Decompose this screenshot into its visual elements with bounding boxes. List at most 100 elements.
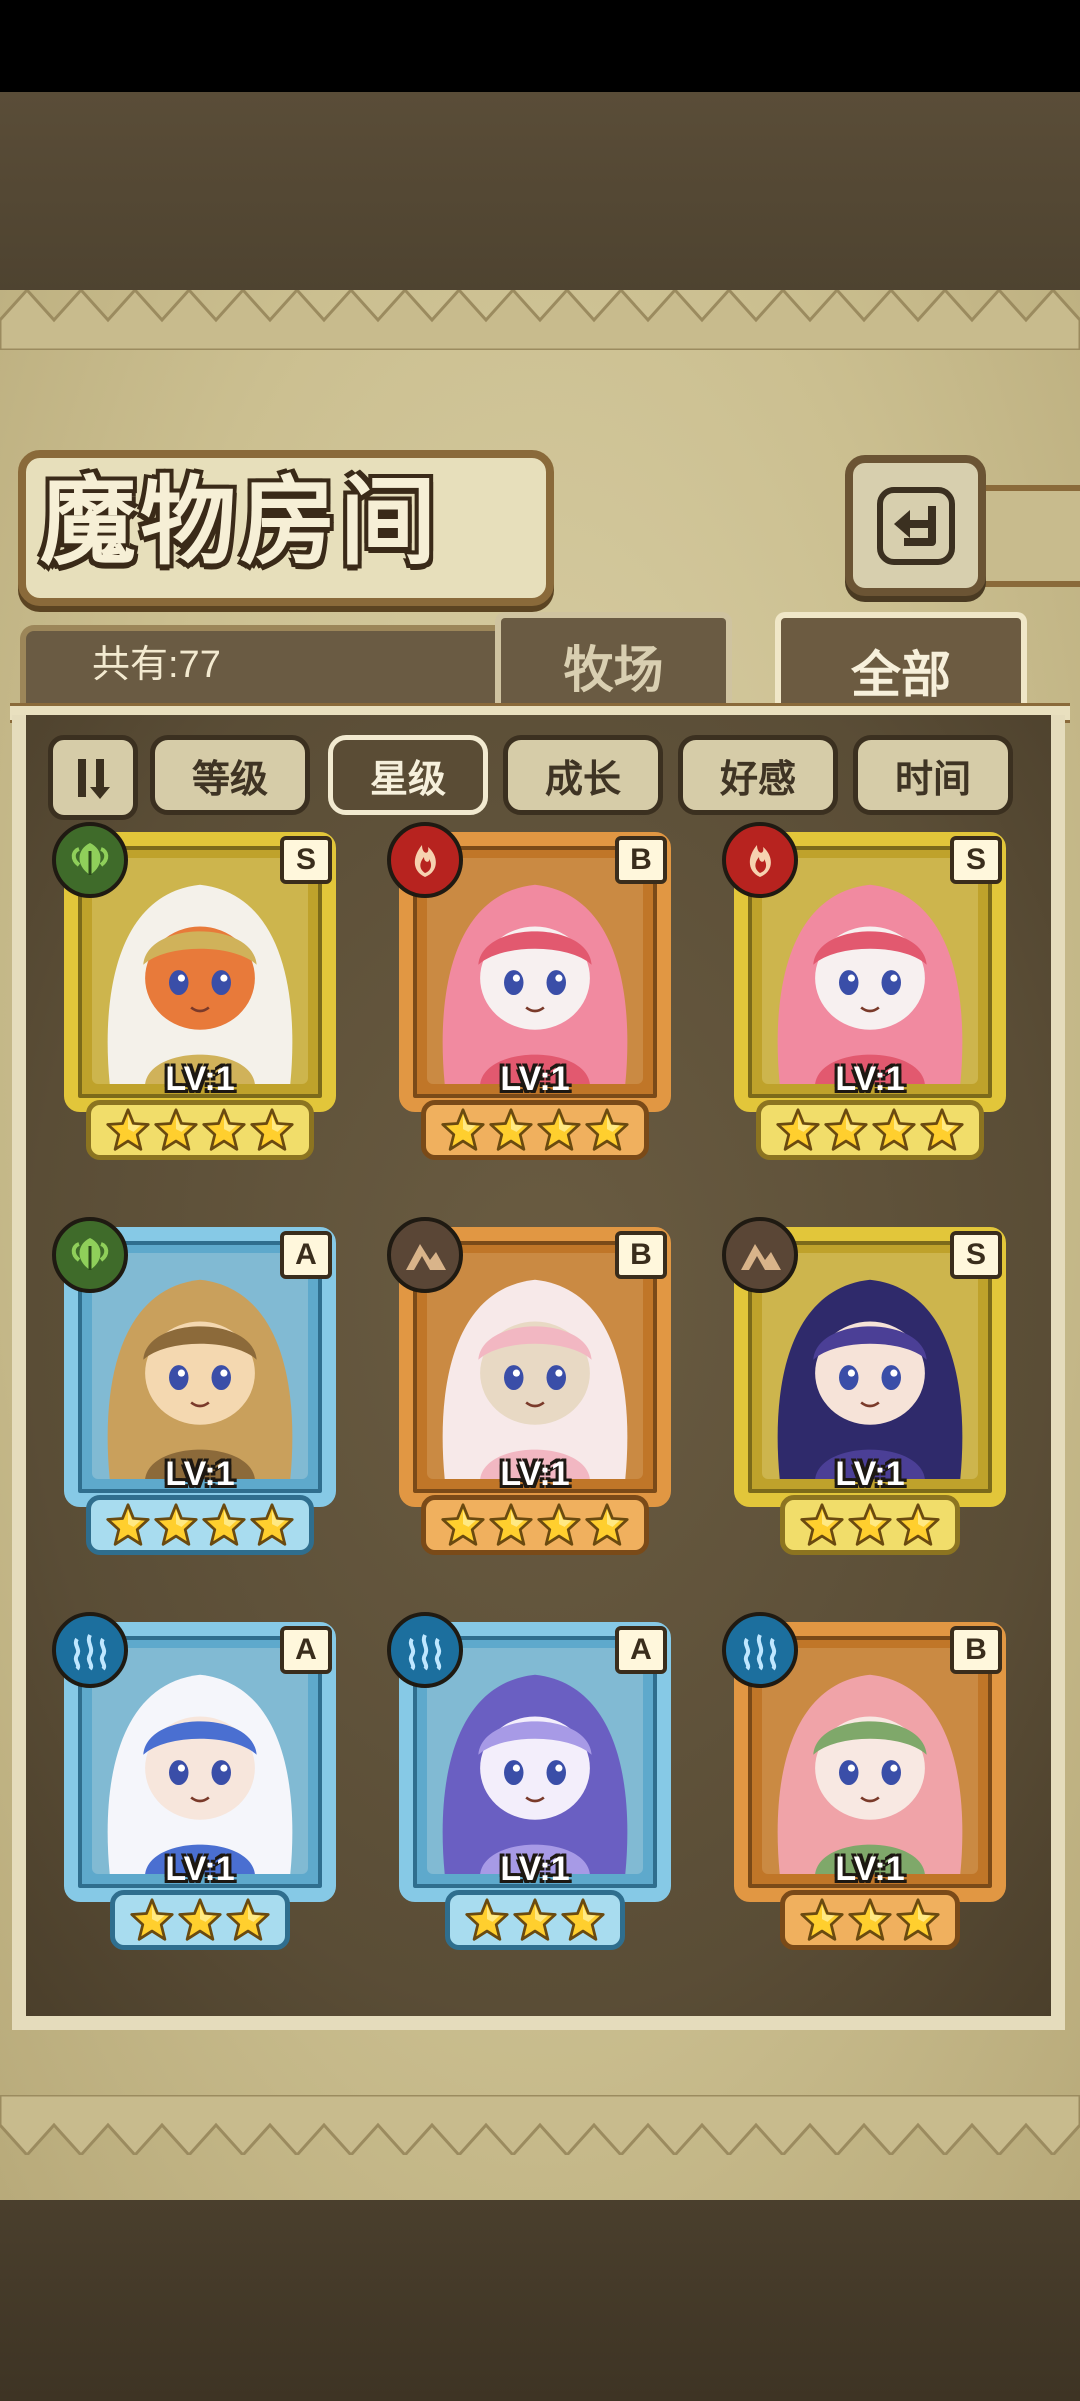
rank-badge: B xyxy=(950,1626,1002,1674)
star-icon xyxy=(154,1108,198,1151)
monster-count: 共有:77 xyxy=(92,644,221,686)
element-rock-icon xyxy=(722,1217,798,1293)
sort-by-growth[interactable]: 成长 xyxy=(503,735,663,815)
star-icon xyxy=(800,1898,844,1941)
monster-card[interactable]: S LV:1 xyxy=(50,820,350,1160)
sort-by-time[interactable]: 时间 xyxy=(853,735,1013,815)
star-rating xyxy=(780,1495,960,1555)
rank-badge: S xyxy=(280,836,332,884)
monster-card[interactable]: B LV:1 xyxy=(385,1215,685,1555)
monster-card[interactable]: A LV:1 xyxy=(50,1610,350,1950)
star-icon xyxy=(106,1503,150,1546)
portrait-area xyxy=(762,1648,978,1874)
monster-portrait xyxy=(427,1253,643,1479)
zigzag-edge-top xyxy=(0,290,1080,350)
element-fire-icon xyxy=(387,822,463,898)
star-icon xyxy=(154,1503,198,1546)
map-background-top xyxy=(0,92,1080,292)
element-water-icon xyxy=(387,1612,463,1688)
rank-badge: S xyxy=(950,836,1002,884)
tab-ranch[interactable]: 牧场 xyxy=(495,612,732,713)
star-icon xyxy=(824,1108,868,1151)
star-icon xyxy=(489,1108,533,1151)
star-rating xyxy=(86,1100,314,1160)
portrait-area xyxy=(427,1253,643,1479)
sort-by-affection[interactable]: 好感 xyxy=(678,735,838,815)
level-label: LV:1 xyxy=(165,1850,235,1888)
zigzag-edge-bottom xyxy=(0,2095,1080,2155)
star-icon xyxy=(178,1898,222,1941)
star-icon xyxy=(537,1503,581,1546)
star-icon xyxy=(513,1898,557,1941)
element-leaf-icon xyxy=(52,822,128,898)
rank-badge: B xyxy=(615,1231,667,1279)
star-icon xyxy=(250,1108,294,1151)
star-icon xyxy=(896,1898,940,1941)
monster-card[interactable]: S LV:1 xyxy=(720,1215,1020,1555)
star-icon xyxy=(465,1898,509,1941)
element-water-icon xyxy=(52,1612,128,1688)
element-rock-icon xyxy=(387,1217,463,1293)
return-arrow-icon xyxy=(876,486,955,565)
star-icon xyxy=(848,1503,892,1546)
page-title: 魔物房间 xyxy=(40,465,440,578)
monster-card[interactable]: B LV:1 xyxy=(720,1610,1020,1950)
rank-badge: S xyxy=(950,1231,1002,1279)
portrait-area xyxy=(92,858,308,1084)
star-icon xyxy=(130,1898,174,1941)
level-label: LV:1 xyxy=(165,1455,235,1493)
level-label: LV:1 xyxy=(165,1060,235,1098)
star-icon xyxy=(250,1503,294,1546)
star-icon xyxy=(226,1898,270,1941)
monster-portrait xyxy=(92,858,308,1084)
level-label: LV:1 xyxy=(835,1850,905,1888)
monster-portrait xyxy=(427,858,643,1084)
sort-by-level[interactable]: 等级 xyxy=(150,735,310,815)
rank-badge: B xyxy=(615,836,667,884)
rank-badge: A xyxy=(615,1626,667,1674)
star-icon xyxy=(872,1108,916,1151)
star-icon xyxy=(489,1503,533,1546)
star-icon xyxy=(441,1108,485,1151)
star-rating xyxy=(421,1100,649,1160)
element-leaf-icon xyxy=(52,1217,128,1293)
element-fire-icon xyxy=(722,822,798,898)
portrait-area xyxy=(762,1253,978,1479)
portrait-area xyxy=(92,1253,308,1479)
monster-card[interactable]: A LV:1 xyxy=(50,1215,350,1555)
monster-portrait xyxy=(92,1253,308,1479)
monster-portrait xyxy=(762,858,978,1084)
level-label: LV:1 xyxy=(500,1060,570,1098)
monster-card[interactable]: S LV:1 xyxy=(720,820,1020,1160)
star-rating xyxy=(86,1495,314,1555)
star-rating xyxy=(421,1495,649,1555)
portrait-area xyxy=(92,1648,308,1874)
monster-portrait xyxy=(762,1648,978,1874)
sort-order-icon xyxy=(78,758,110,799)
portrait-area xyxy=(427,1648,643,1874)
star-rating xyxy=(780,1890,960,1950)
star-rating xyxy=(110,1890,290,1950)
monster-card[interactable]: B LV:1 xyxy=(385,820,685,1160)
status-bar xyxy=(0,0,1080,92)
level-label: LV:1 xyxy=(500,1455,570,1493)
star-icon xyxy=(561,1898,605,1941)
sort-order-toggle[interactable] xyxy=(48,735,138,820)
star-icon xyxy=(776,1108,820,1151)
sort-by-stars[interactable]: 星级 xyxy=(328,735,488,815)
monster-portrait xyxy=(762,1253,978,1479)
star-rating xyxy=(445,1890,625,1950)
level-label: LV:1 xyxy=(835,1455,905,1493)
monster-portrait xyxy=(427,1648,643,1874)
rank-badge: A xyxy=(280,1626,332,1674)
rank-badge: A xyxy=(280,1231,332,1279)
portrait-area xyxy=(762,858,978,1084)
star-icon xyxy=(800,1503,844,1546)
star-icon xyxy=(896,1503,940,1546)
star-icon xyxy=(585,1108,629,1151)
level-label: LV:1 xyxy=(835,1060,905,1098)
element-water-icon xyxy=(722,1612,798,1688)
monster-card[interactable]: A LV:1 xyxy=(385,1610,685,1950)
monster-portrait xyxy=(92,1648,308,1874)
back-button[interactable] xyxy=(845,455,986,596)
